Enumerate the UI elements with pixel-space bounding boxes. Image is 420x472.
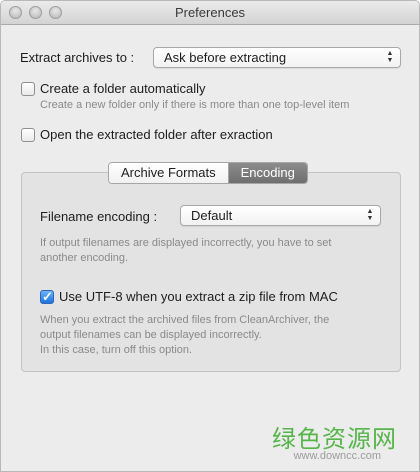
window-title: Preferences [174, 5, 246, 20]
preferences-window: Preferences Extract archives to : Ask be… [0, 0, 420, 472]
extract-label: Extract archives to : [20, 50, 135, 65]
open-folder-label: Open the extracted folder after exractio… [40, 127, 273, 142]
filename-encoding-value: Default [191, 208, 233, 223]
watermark-url: www.downcc.com [293, 450, 381, 462]
checkmark-icon: ✓ [42, 289, 53, 304]
filename-encoding-popup[interactable]: Default ▲ ▼ [180, 205, 381, 226]
create-folder-checkbox[interactable] [21, 82, 35, 96]
utf8-hint-line3: In this case, turn off this option. [40, 344, 193, 356]
utf8-hint-line1: When you extract the archived files from… [40, 314, 330, 326]
extract-destination-value: Ask before extracting [164, 50, 287, 65]
tab-archive-formats[interactable]: Archive Formats [109, 163, 228, 183]
utf8-hint-line2: output filenames can be displayed incorr… [40, 329, 262, 341]
extract-destination-popup[interactable]: Ask before extracting ▲ ▼ [153, 47, 401, 68]
watermark-logo: 绿色资源网 [272, 425, 397, 453]
filename-encoding-label: Filename encoding : [40, 209, 158, 224]
utf8-checkbox[interactable]: ✓ [40, 289, 54, 304]
create-folder-label: Create a folder automatically [40, 81, 206, 96]
open-folder-checkbox[interactable] [21, 128, 35, 142]
encoding-hint-line2: another encoding. [40, 252, 129, 264]
popup-arrows-icon: ▲ ▼ [366, 208, 374, 222]
encoding-hint-line1: If output filenames are displayed incorr… [40, 237, 332, 249]
popup-arrows-icon: ▲ ▼ [386, 50, 394, 64]
create-folder-hint: Create a new folder only if there is mor… [40, 99, 350, 111]
title-bar: Preferences [1, 1, 419, 25]
tab-encoding[interactable]: Encoding [227, 163, 307, 183]
tab-bar: Archive Formats Encoding [108, 162, 308, 184]
utf8-label: Use UTF-8 when you extract a zip file fr… [59, 289, 338, 304]
